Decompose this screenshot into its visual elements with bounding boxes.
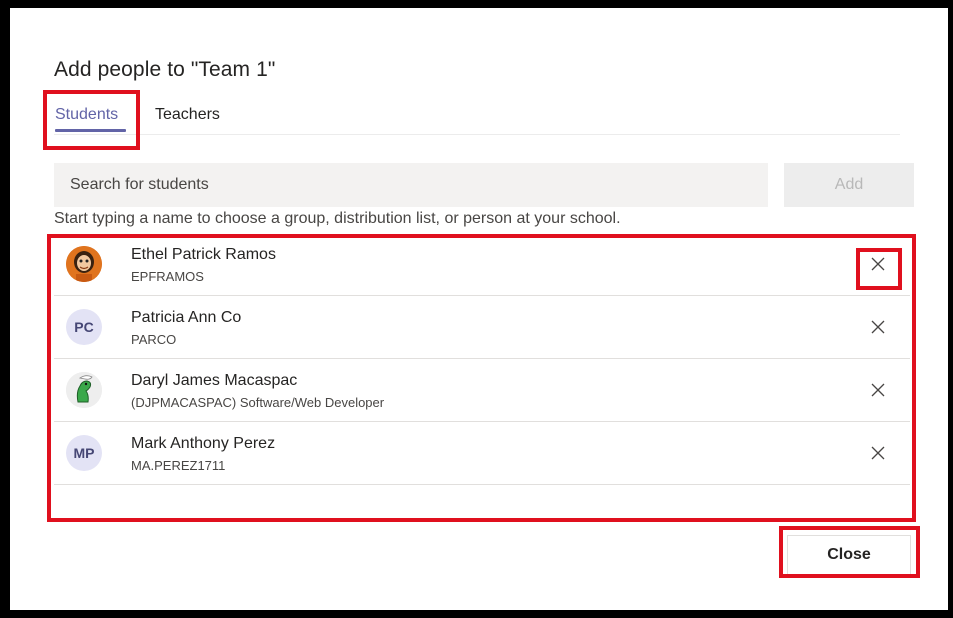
active-tab-indicator: [55, 129, 126, 132]
add-button[interactable]: Add: [784, 163, 914, 207]
list-item: Daryl James Macaspac (DJPMACASPAC) Softw…: [54, 359, 910, 422]
avatar: [66, 372, 102, 408]
avatar: MP: [66, 435, 102, 471]
close-button[interactable]: Close: [787, 535, 911, 575]
avatar: PC: [66, 309, 102, 345]
tab-students[interactable]: Students: [55, 106, 118, 124]
add-people-dialog: Add people to "Team 1" Students Teachers…: [10, 8, 948, 610]
remove-person-button[interactable]: [866, 441, 890, 465]
avatar-photo-icon: [66, 246, 102, 282]
person-id: EPFRAMOS: [131, 269, 204, 284]
remove-person-button[interactable]: [866, 378, 890, 402]
remove-person-button[interactable]: [866, 252, 890, 276]
selected-people-list: Ethel Patrick Ramos EPFRAMOS PC Patricia…: [54, 233, 910, 485]
close-icon: [871, 257, 885, 271]
person-name: Ethel Patrick Ramos: [131, 246, 276, 263]
avatar: [66, 246, 102, 282]
close-icon: [871, 383, 885, 397]
tab-teachers[interactable]: Teachers: [155, 106, 220, 124]
close-icon: [871, 320, 885, 334]
person-name: Patricia Ann Co: [131, 309, 242, 326]
person-id: (DJPMACASPAC) Software/Web Developer: [131, 395, 385, 410]
tab-bar: Students Teachers: [54, 106, 900, 135]
remove-person-button[interactable]: [866, 315, 890, 339]
search-hint: Start typing a name to choose a group, d…: [54, 210, 621, 227]
close-icon: [871, 446, 885, 460]
person-name: Mark Anthony Perez: [131, 435, 276, 452]
avatar-dinosaur-icon: [66, 372, 102, 408]
list-item: MP Mark Anthony Perez MA.PEREZ1711: [54, 422, 910, 485]
dialog-title: Add people to "Team 1": [54, 58, 276, 81]
person-id: MA.PEREZ1711: [131, 458, 226, 473]
person-id: PARCO: [131, 332, 177, 347]
person-name: Daryl James Macaspac: [131, 372, 298, 389]
list-item: PC Patricia Ann Co PARCO: [54, 296, 910, 359]
search-input[interactable]: [54, 163, 768, 207]
list-item: Ethel Patrick Ramos EPFRAMOS: [54, 233, 910, 296]
